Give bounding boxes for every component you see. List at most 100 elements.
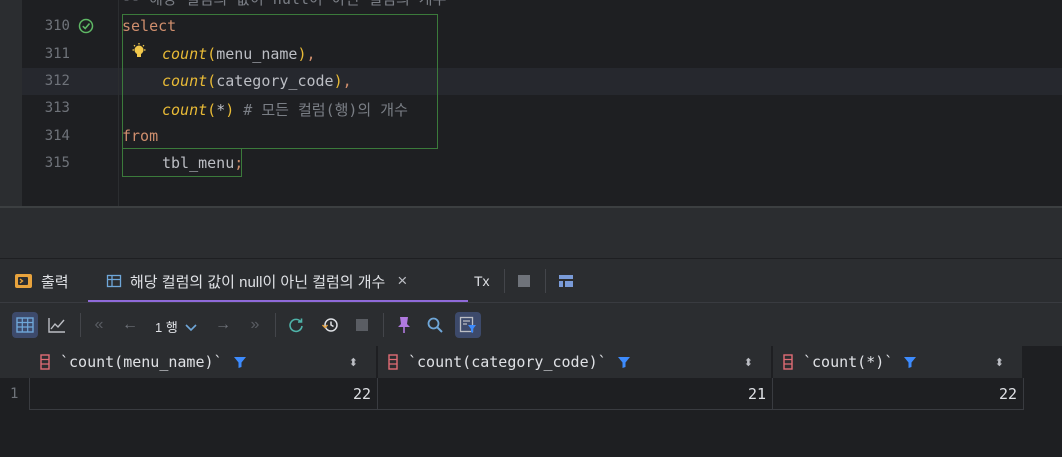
history-button[interactable] bbox=[317, 312, 343, 338]
tab-output[interactable]: 출력 bbox=[14, 259, 69, 303]
arg-star: * bbox=[216, 101, 226, 119]
column-header[interactable]: `count(category_code)` ⬍ bbox=[378, 346, 772, 378]
tx-button[interactable]: Tx bbox=[474, 259, 490, 303]
cancel-query-button[interactable] bbox=[349, 312, 375, 338]
history-icon bbox=[321, 318, 338, 332]
column-icon bbox=[388, 354, 398, 370]
arrow-left-icon: ← bbox=[122, 316, 138, 333]
pin-icon bbox=[398, 317, 410, 333]
double-right-icon: » bbox=[250, 316, 260, 333]
column-header-label: `count(*)` bbox=[803, 353, 894, 371]
refresh-icon bbox=[289, 318, 303, 333]
tab-output-label: 출력 bbox=[41, 273, 69, 291]
first-page-button[interactable]: « bbox=[86, 312, 112, 338]
layout-icon bbox=[559, 275, 573, 287]
close-icon[interactable]: × bbox=[397, 271, 407, 291]
table-cell[interactable]: 22 bbox=[30, 378, 378, 410]
line-number: 311 bbox=[44, 46, 70, 62]
last-page-button[interactable]: » bbox=[242, 312, 268, 338]
line-309-comment: -- 해당 컬럼의 값이 null이 아닌 컬럼의 개수 bbox=[122, 0, 446, 8]
panel-spacer bbox=[0, 208, 1062, 258]
code-line-315: tbl_menu; bbox=[162, 154, 243, 172]
column-header[interactable]: `count(menu_name)` ⬍ bbox=[32, 346, 377, 378]
code-line-310: select bbox=[122, 17, 176, 35]
column-icon bbox=[783, 354, 793, 370]
row-number[interactable]: 1 bbox=[0, 378, 30, 410]
separator bbox=[383, 313, 384, 337]
keyword-from: from bbox=[122, 127, 159, 145]
semicolon: ; bbox=[234, 154, 244, 172]
execution-success-icon[interactable] bbox=[78, 18, 94, 34]
line-number: 313 bbox=[44, 100, 70, 116]
filter-icon[interactable] bbox=[233, 355, 247, 369]
line-number: 310 bbox=[44, 18, 70, 34]
grid-icon bbox=[16, 317, 34, 333]
fn-count: count bbox=[162, 45, 208, 63]
stop-icon bbox=[518, 275, 530, 287]
gutter-separator bbox=[118, 0, 119, 207]
comma: , bbox=[342, 72, 352, 90]
output-icon bbox=[15, 274, 32, 288]
tab-result-label: 해당 컬럼의 값이 null이 아닌 컬럼의 개수 bbox=[130, 273, 386, 291]
page-size-label: 1 행 bbox=[155, 320, 178, 335]
results-grid[interactable]: `count(menu_name)` ⬍ `count(category_cod… bbox=[0, 346, 1062, 457]
arrow-right-icon: → bbox=[215, 316, 231, 333]
line-number: 312 bbox=[44, 73, 70, 89]
tab-result[interactable]: 해당 컬럼의 값이 null이 아닌 컬럼의 개수 × bbox=[106, 259, 407, 303]
next-page-button[interactable]: → bbox=[210, 312, 236, 338]
grid-corner bbox=[0, 346, 32, 378]
filter-icon[interactable] bbox=[617, 355, 631, 369]
lightbulb-icon[interactable] bbox=[130, 42, 148, 60]
column-icon bbox=[40, 354, 50, 370]
fn-count: count bbox=[162, 101, 208, 119]
separator bbox=[80, 313, 81, 337]
search-icon bbox=[427, 317, 443, 333]
code-line-313: count(*) # 모든 컬럼(행)의 개수 bbox=[162, 101, 408, 119]
line-number: 314 bbox=[44, 128, 70, 144]
double-left-icon: « bbox=[94, 316, 104, 333]
filter-icon bbox=[459, 316, 476, 333]
pin-tab-button[interactable] bbox=[391, 312, 417, 338]
services-tab-bar: 출력 해당 컬럼의 값이 null이 아닌 컬럼의 개수 × Tx bbox=[0, 258, 1062, 303]
code-line-309: -- 해당 컬럼의 값이 null이 아닌 컬럼의 개수 bbox=[122, 0, 446, 9]
refresh-button[interactable] bbox=[283, 312, 309, 338]
sort-icon[interactable]: ⬍ bbox=[995, 356, 1004, 369]
table-icon bbox=[106, 274, 122, 288]
comma: , bbox=[306, 45, 316, 63]
table-cell[interactable]: 21 bbox=[378, 378, 773, 410]
chevron-down-icon bbox=[185, 323, 197, 331]
search-button[interactable] bbox=[422, 312, 448, 338]
arg-menu-name: menu_name bbox=[216, 45, 298, 63]
chart-view-button[interactable] bbox=[44, 312, 70, 338]
results-toolbar: « ← 1 행 → » bbox=[0, 302, 1062, 347]
page-size-selector[interactable]: 1 행 bbox=[155, 317, 197, 336]
sort-icon[interactable]: ⬍ bbox=[349, 356, 358, 369]
line-number: 315 bbox=[44, 155, 70, 171]
stop-tab-button[interactable] bbox=[517, 259, 531, 303]
separator bbox=[545, 269, 546, 293]
sort-icon[interactable]: ⬍ bbox=[744, 356, 753, 369]
editor-side-strip bbox=[0, 0, 22, 207]
code-line-314: from bbox=[122, 127, 158, 145]
code-editor[interactable]: -- 해당 컬럼의 값이 null이 아닌 컬럼의 개수 309 310 311… bbox=[0, 0, 1062, 207]
fn-count: count bbox=[162, 72, 208, 90]
layout-button[interactable] bbox=[558, 259, 574, 303]
column-header[interactable]: `count(*)` ⬍ bbox=[773, 346, 1023, 378]
table-name: tbl_menu bbox=[162, 154, 235, 172]
column-header-label: `count(menu_name)` bbox=[60, 353, 223, 371]
arg-category-code: category_code bbox=[216, 72, 334, 90]
filter-icon[interactable] bbox=[903, 355, 917, 369]
separator bbox=[504, 269, 505, 293]
stop-icon bbox=[356, 319, 368, 331]
tx-label: Tx bbox=[474, 273, 490, 289]
line-number: 309 bbox=[30, 0, 70, 4]
table-view-button[interactable] bbox=[12, 312, 38, 338]
code-line-311: count(menu_name), bbox=[162, 45, 316, 63]
table-cell[interactable]: 22 bbox=[773, 378, 1024, 410]
prev-page-button[interactable]: ← bbox=[117, 312, 143, 338]
column-header-label: `count(category_code)` bbox=[408, 353, 607, 371]
code-line-312: count(category_code), bbox=[162, 72, 352, 90]
filter-panel-button[interactable] bbox=[455, 312, 481, 338]
line-comment: # 모든 컬럼(행)의 개수 bbox=[243, 101, 408, 119]
keyword-select: select bbox=[122, 17, 177, 35]
